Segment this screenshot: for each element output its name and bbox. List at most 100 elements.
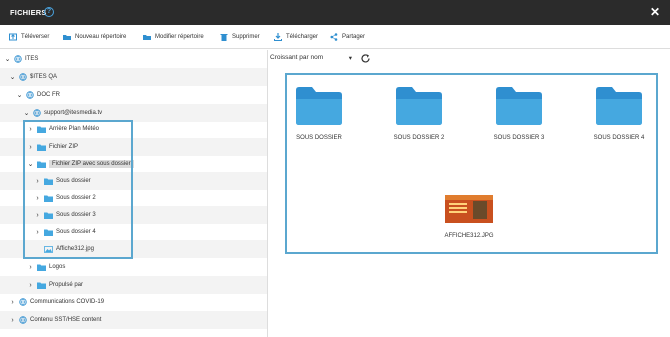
folder-icon: [396, 87, 442, 125]
tree-item-sous-dossier-4[interactable]: › Sous dossier 4: [0, 223, 267, 241]
globe-icon: [26, 91, 34, 99]
edit-folder-button[interactable]: Modifier répertoire: [143, 33, 204, 41]
chevron-down-icon[interactable]: ⌄: [4, 55, 11, 63]
sort-select[interactable]: Croissant par nom ▾: [270, 54, 352, 62]
delete-button[interactable]: Supprimer: [220, 33, 260, 41]
chevron-right-icon[interactable]: ›: [27, 264, 34, 271]
download-button[interactable]: Télécharger: [274, 33, 318, 41]
tree-item-ites[interactable]: ⌄ ITES: [0, 50, 267, 68]
globe-icon: [19, 73, 27, 81]
tree-item-logos[interactable]: › Logos: [0, 258, 267, 276]
folder-icon: [496, 87, 542, 125]
tree-item-label: Sous dossier 4: [56, 229, 96, 235]
sort-value: Croissant par nom: [270, 54, 324, 61]
globe-icon: [19, 298, 27, 306]
tree-item-communications[interactable]: › Communications COVID-19: [0, 293, 267, 311]
globe-icon: [19, 316, 27, 324]
tree-item-label: ITES: [25, 56, 39, 62]
upload-button[interactable]: Téléverser: [9, 33, 49, 41]
tree-item-label: Sous dossier 3: [56, 212, 96, 218]
tree-item-label: Communications COVID-19: [30, 299, 105, 305]
grid-item-affiche[interactable]: AFFICHE312.JPG: [429, 195, 509, 239]
edit-folder-icon: [143, 35, 151, 40]
image-file-icon: [44, 245, 53, 253]
new-folder-button[interactable]: Nouveau répertoire: [63, 33, 126, 41]
chevron-right-icon[interactable]: ›: [9, 317, 16, 324]
toolbar: Téléverser Nouveau répertoire Modifier r…: [0, 25, 670, 49]
image-thumbnail: [445, 195, 493, 223]
chevron-right-icon[interactable]: ›: [27, 282, 34, 289]
share-button[interactable]: Partager: [330, 33, 365, 41]
tree-item-fichier-zip-sous-dossier[interactable]: ⌄ Fichier ZIP avec sous dossier: [0, 155, 267, 173]
tree-item-arriere-plan[interactable]: › Arrière Plan Météo: [0, 120, 267, 138]
grid-item-sous-dossier-3[interactable]: SOUS DOSSIER 3: [479, 87, 559, 141]
folder-icon: [37, 161, 46, 168]
refresh-icon[interactable]: [360, 53, 371, 64]
chevron-down-icon[interactable]: ⌄: [9, 73, 16, 81]
file-grid: SOUS DOSSIER SOUS DOSSIER 2 SOUS DOSSIER…: [285, 73, 658, 254]
grid-item-label: SOUS DOSSIER 4: [593, 135, 645, 141]
tree-item-sous-dossier-3[interactable]: › Sous dossier 3: [0, 206, 267, 224]
tree-item-fichier-zip[interactable]: › Fichier ZIP: [0, 138, 267, 156]
folder-icon: [44, 212, 53, 219]
tree-item-label: Arrière Plan Météo: [49, 126, 100, 132]
download-label: Télécharger: [286, 34, 319, 40]
chevron-right-icon[interactable]: ›: [27, 144, 34, 151]
folder-icon: [37, 126, 46, 133]
upload-label: Téléverser: [21, 34, 50, 40]
thumbnail-text-lines: [449, 203, 467, 205]
tree-item-label: support@itesmedia.tv: [44, 110, 103, 116]
folder-icon: [596, 87, 642, 125]
sort-controls: Croissant par nom ▾: [270, 52, 371, 64]
chevron-right-icon[interactable]: ›: [34, 195, 41, 202]
tree-item-label: $ITES QA: [30, 74, 58, 80]
chevron-right-icon[interactable]: ›: [34, 178, 41, 185]
grid-item-sous-dossier[interactable]: SOUS DOSSIER: [279, 87, 359, 141]
download-icon: [274, 33, 282, 41]
grid-item-label: SOUS DOSSIER: [296, 135, 342, 141]
chevron-down-icon: ▾: [348, 55, 352, 62]
folder-icon: [296, 87, 342, 125]
edit-folder-label: Modifier répertoire: [155, 34, 204, 40]
tree-item-label: Fichier ZIP: [49, 144, 79, 150]
delete-label: Supprimer: [232, 34, 260, 40]
thumbnail-photo: [473, 201, 487, 219]
tree-item-label: Propulsé par: [49, 282, 84, 288]
chevron-down-icon[interactable]: ⌄: [16, 91, 23, 99]
tree-item-label: Sous dossier: [56, 178, 91, 184]
tree-item-doc-fr[interactable]: ⌄ DOC FR: [0, 86, 267, 104]
help-icon[interactable]: ?: [44, 7, 54, 17]
chevron-right-icon[interactable]: ›: [9, 299, 16, 306]
tree-item-affiche[interactable]: Affiche312.jpg: [0, 240, 267, 258]
window-title: FICHIERS: [10, 8, 47, 17]
close-icon[interactable]: ✕: [650, 5, 660, 19]
tree-item-sous-dossier-2[interactable]: › Sous dossier 2: [0, 189, 267, 207]
upload-icon: [9, 33, 17, 41]
grid-item-label: SOUS DOSSIER 3: [493, 135, 545, 141]
chevron-right-icon[interactable]: ›: [34, 229, 41, 236]
tree-item-sous-dossier[interactable]: › Sous dossier: [0, 172, 267, 190]
window-titlebar: FICHIERS ? ✕: [0, 0, 670, 25]
tree-item-label: Sous dossier 2: [56, 195, 96, 201]
folder-icon: [37, 282, 46, 289]
chevron-down-icon[interactable]: ⌄: [27, 160, 34, 168]
folder-icon: [37, 264, 46, 271]
trash-icon: [220, 34, 228, 41]
new-folder-icon: [63, 35, 71, 40]
chevron-right-icon[interactable]: ›: [27, 126, 34, 133]
tree-item-label: Logos: [49, 264, 66, 270]
folder-icon: [44, 229, 53, 236]
grid-item-sous-dossier-4[interactable]: SOUS DOSSIER 4: [579, 87, 659, 141]
share-icon: [330, 33, 338, 41]
new-folder-label: Nouveau répertoire: [75, 34, 127, 40]
globe-icon: [14, 55, 22, 63]
grid-item-label: AFFICHE312.JPG: [444, 233, 494, 239]
chevron-right-icon[interactable]: ›: [34, 212, 41, 219]
tree-item-sites-qa[interactable]: ⌄ $ITES QA: [0, 68, 267, 86]
chevron-down-icon[interactable]: ⌄: [23, 109, 30, 117]
tree-item-label: DOC FR: [37, 92, 60, 98]
thumbnail-band: [445, 195, 493, 200]
tree-item-propulse[interactable]: › Propulsé par: [0, 276, 267, 294]
grid-item-sous-dossier-2[interactable]: SOUS DOSSIER 2: [379, 87, 459, 141]
tree-item-contenu[interactable]: › Contenu SST/HSE content: [0, 311, 267, 329]
